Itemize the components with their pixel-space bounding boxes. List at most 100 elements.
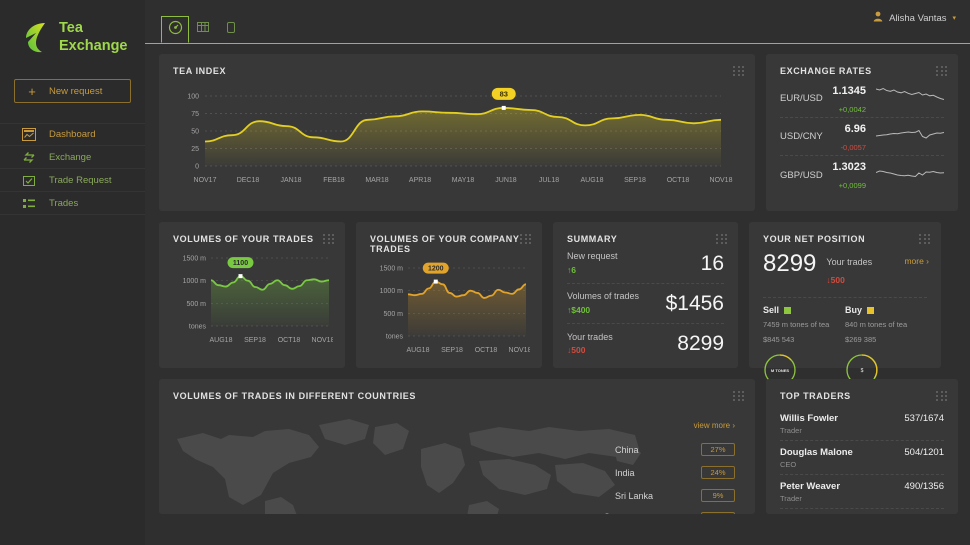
svg-text:JAN18: JAN18 (280, 177, 301, 184)
view-more-link[interactable]: view more › (615, 421, 735, 430)
fx-rate: 6.96 (845, 123, 866, 135)
topbar: Alisha Vantas ▾ (145, 0, 970, 44)
map-marker (604, 514, 611, 515)
country-row[interactable]: China 27% (615, 438, 735, 461)
fx-pair: EUR/USD (780, 93, 826, 104)
sidebar-item-exchange[interactable]: Exchange (0, 146, 145, 169)
tab-copy[interactable] (217, 16, 245, 43)
fx-delta: -0,0057 (841, 143, 866, 152)
trader-name: Willis Fowler (780, 413, 838, 424)
sidebar-item-dashboard[interactable]: Dashboard (0, 123, 145, 146)
tab-table[interactable] (189, 16, 217, 43)
volumes-company-svg: tones500 m1000 m1500 m AUG18SEP18OCT18NO… (370, 254, 530, 366)
country-row[interactable]: Sri Lanka 9% (615, 484, 735, 507)
card-title: VOLUMES OF YOUR TRADES (173, 234, 331, 244)
card-title: VOLUMES OF TRADES IN DIFFERENT COUNTRIES (173, 391, 741, 401)
summary-row: Volumes of trades ↑$400 $1456 (567, 284, 724, 324)
svg-text:1000 m: 1000 m (380, 288, 404, 295)
svg-text:100: 100 (187, 94, 199, 101)
fx-pair: GBP/USD (780, 170, 826, 181)
sidebar-item-label: Trade Request (49, 175, 112, 186)
svg-text:NOV18: NOV18 (710, 177, 733, 184)
fx-delta: +0,0099 (839, 181, 866, 190)
card-title: VOLUMES OF YOUR COMPANY TRADES (370, 234, 528, 254)
summary-label: Volumes of trades (567, 291, 639, 301)
summary-label: New request (567, 251, 618, 261)
table-icon (196, 20, 210, 39)
trader-row[interactable]: Douglas Malone 504/1201 CEO (780, 441, 944, 475)
fx-rate: 1.3023 (832, 161, 866, 173)
brand-logo[interactable]: Tea Exchange (0, 14, 145, 55)
net-position-card: YOUR NET POSITION more › 8299 Your trade… (749, 222, 941, 368)
brand-line-2: Exchange (59, 38, 128, 54)
summary-delta: ↑6 (567, 265, 576, 275)
sidebar-item-trade-request[interactable]: Trade Request (0, 169, 145, 192)
drag-handle-icon[interactable] (733, 391, 745, 402)
world-map-svg (169, 409, 649, 514)
svg-text:DEC18: DEC18 (237, 177, 260, 184)
net-position-summary: 8299 Your trades ↓500 (763, 252, 927, 288)
sidebar: Tea Exchange + New request Dashboard Exc… (0, 0, 145, 545)
drag-handle-icon[interactable] (323, 234, 335, 245)
sell-tones: 7459 m tones of tea (763, 319, 845, 330)
trader-row[interactable]: Willis Fowler 537/1674 Trader (780, 407, 944, 441)
trader-row[interactable]: Peter Weaver 490/1356 Trader (780, 475, 944, 509)
svg-text:AUG18: AUG18 (581, 177, 604, 184)
drag-handle-icon[interactable] (936, 391, 948, 402)
svg-text:NOV18: NOV18 (312, 337, 333, 344)
exchange-rate-row[interactable]: USD/CNY 6.96 -0,0057 (780, 118, 944, 156)
trader-name: Douglas Malone (780, 447, 853, 458)
drag-handle-icon[interactable] (520, 234, 532, 245)
svg-text:NOV18: NOV18 (509, 347, 530, 354)
dollar-ring-label: $ (861, 368, 864, 374)
top-traders-card: TOP TRADERS Willis Fowler 537/1674 Trade… (766, 379, 958, 514)
volumes-your-svg: tones500 m1000 m1500 m AUG18SEP18OCT18NO… (173, 244, 333, 356)
brand-name: Tea Exchange (59, 20, 128, 55)
drag-handle-icon[interactable] (716, 234, 728, 245)
net-position-delta: ↓500 (826, 275, 844, 285)
drag-handle-icon[interactable] (733, 66, 745, 77)
svg-text:0: 0 (195, 164, 199, 171)
tea-index-card: TEA INDEX (159, 54, 755, 211)
country-row[interactable]: India 24% (615, 461, 735, 484)
divider (763, 297, 927, 298)
chevron-down-icon: ▾ (952, 14, 956, 22)
summary-delta: ↓500 (567, 345, 585, 355)
sidebar-nav: Dashboard Exchange Trade Request Trades (0, 123, 145, 215)
country-percent: 24% (701, 466, 735, 479)
tones-ring-label: M TONES (771, 368, 789, 373)
user-menu[interactable]: Alisha Vantas ▾ (873, 11, 956, 25)
svg-text:JUN18: JUN18 (495, 177, 517, 184)
exchange-rate-row[interactable]: EUR/USD 1.1345 +0,0042 (780, 80, 944, 118)
sidebar-item-trades[interactable]: Trades (0, 192, 145, 215)
exchange-rate-row[interactable]: GBP/USD 1.3023 +0,0099 (780, 156, 944, 194)
main-area: Alisha Vantas ▾ TEA INDEX (145, 0, 970, 545)
buy-column: Buy 840 m tones of tea $269 385 (845, 305, 927, 346)
svg-text:tones: tones (386, 334, 404, 341)
svg-text:tones: tones (189, 324, 207, 331)
drag-handle-icon[interactable] (919, 234, 931, 245)
sidebar-item-label: Trades (49, 198, 78, 209)
gbp-usd-sparkline (876, 160, 944, 191)
tab-dashboard[interactable] (161, 16, 189, 43)
buy-swatch (867, 307, 874, 314)
exchange-arrows-icon (22, 151, 37, 164)
more-link[interactable]: more › (904, 256, 929, 266)
exchange-rates-card: EXCHANGE RATES EUR/USD 1.1345 +0,0042 (766, 54, 958, 211)
new-request-button[interactable]: + New request (14, 79, 131, 103)
country-row[interactable]: Kenya 9% (615, 507, 735, 514)
svg-text:1000 m: 1000 m (183, 278, 207, 285)
svg-text:500 m: 500 m (384, 311, 404, 318)
net-position-value: 8299 (763, 252, 816, 276)
country-name: China (615, 445, 639, 455)
copy-icon (224, 20, 238, 39)
sell-swatch (784, 307, 791, 314)
row-middle: VOLUMES OF YOUR TRADES to (159, 222, 958, 368)
list-icon (22, 197, 37, 210)
world-map[interactable]: view more › China 27% India 24% Sri Lank… (173, 405, 741, 514)
dashboard-app: Tea Exchange + New request Dashboard Exc… (0, 0, 970, 545)
svg-text:1200: 1200 (428, 266, 444, 273)
tea-index-svg: 0255075100 NOV17DEC18JAN18FEB18MAR18APR1… (173, 84, 733, 196)
drag-handle-icon[interactable] (936, 66, 948, 77)
user-name: Alisha Vantas (889, 13, 946, 24)
